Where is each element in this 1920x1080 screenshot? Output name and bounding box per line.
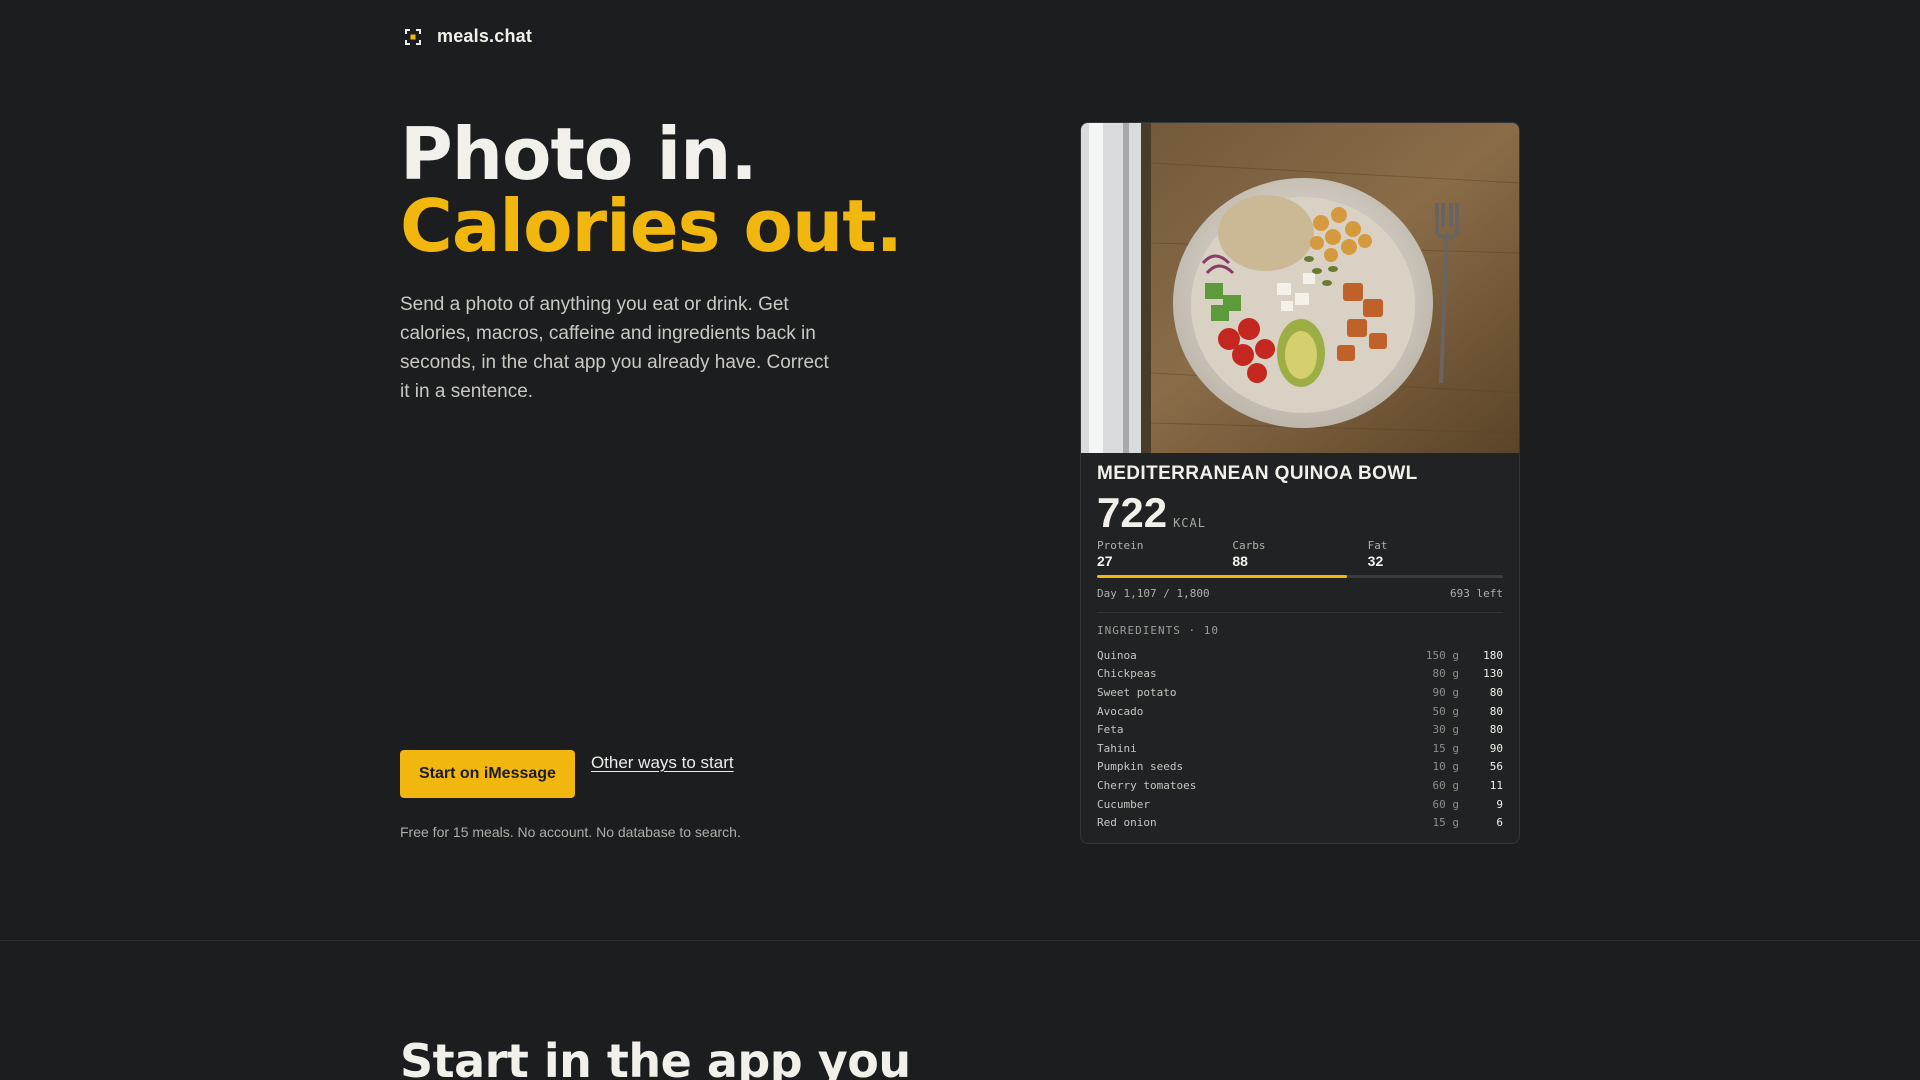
ingredients-title: INGREDIENTS · 10 [1097, 624, 1219, 637]
ingredient-quantity: 10 g [1432, 760, 1460, 774]
hero-title: Photo in. Calories out. [400, 112, 903, 268]
macro-label: Carbs [1232, 539, 1266, 552]
ingredient-name: Red onion [1097, 816, 1157, 830]
ingredient-kcal: 180 [1483, 648, 1503, 662]
meal-name: MEDITERRANEAN QUINOA BOWL [1097, 463, 1418, 484]
ingredient-quantity: 150 g [1425, 648, 1459, 662]
macro-value: 88 [1232, 553, 1248, 569]
ingredient-kcal: 56 [1489, 760, 1503, 774]
ingredient-name: Quinoa [1097, 648, 1137, 662]
brand-name: meals.chat [437, 26, 533, 46]
ingredient-row: Tahini 15 g 90 [1097, 739, 1503, 758]
section-divider [0, 940, 1920, 941]
ingredient-kcal: 130 [1483, 667, 1503, 681]
ingredient-row: Cherry tomatoes 60 g 11 [1097, 776, 1503, 795]
ingredient-name: Chickpeas [1097, 667, 1157, 681]
ingredient-row: Feta 30 g 80 [1097, 720, 1503, 739]
macros: Protein 27 Carbs 88 Fat 32 [1097, 539, 1503, 569]
ingredient-quantity: 50 g [1432, 704, 1460, 718]
other-ways-to-start-link[interactable]: Other ways to start [591, 753, 734, 773]
ingredient-row: Sweet potato 90 g 80 [1097, 683, 1503, 702]
macro-label: Protein [1097, 539, 1144, 552]
ingredient-row: Chickpeas 80 g 130 [1097, 665, 1503, 684]
ingredient-row: Red onion 15 g 6 [1097, 813, 1503, 832]
meal-photo [1081, 123, 1519, 453]
day-progress-bar [1097, 575, 1503, 578]
day-total: Day 1,107 / 1,800 [1097, 587, 1210, 600]
ingredient-name: Cherry tomatoes [1097, 778, 1197, 792]
hero-description: Send a photo of anything you eat or drin… [400, 294, 829, 402]
section-title: Start in the app you [400, 1034, 911, 1080]
macro-protein: Protein 27 [1097, 539, 1232, 569]
divider [1097, 612, 1503, 613]
cta-note: Free for 15 meals. No account. No databa… [400, 824, 741, 840]
macro-fat: Fat 32 [1368, 539, 1503, 569]
ingredient-row: Quinoa 150 g 180 [1097, 646, 1503, 665]
kcal-unit: KCAL [1173, 516, 1206, 530]
cta-row: Start on iMessage Other ways to start [400, 750, 734, 798]
ingredient-kcal: 6 [1496, 816, 1503, 830]
macro-label: Fat [1367, 539, 1388, 552]
ingredient-kcal: 11 [1489, 778, 1503, 792]
ingredient-row: Pumpkin seeds 10 g 56 [1097, 758, 1503, 777]
kcal-value: 722 [1097, 489, 1168, 536]
macro-value: 27 [1097, 553, 1113, 569]
ingredient-kcal: 80 [1489, 704, 1503, 718]
ingredient-quantity: 80 g [1432, 667, 1460, 681]
start-on-imessage-button[interactable]: Start on iMessage [400, 750, 575, 798]
ingredient-name: Avocado [1097, 704, 1144, 718]
ingredient-kcal: 80 [1489, 723, 1503, 737]
ingredient-quantity: 60 g [1432, 778, 1460, 792]
ingredient-kcal: 80 [1489, 685, 1503, 699]
ingredients-list: Quinoa 150 g 180 Chickpeas 80 g 130 Sweet pota… [1097, 646, 1503, 832]
day-left: 693 left [1450, 587, 1503, 600]
macro-carbs: Carbs 88 [1232, 539, 1367, 569]
meal-card: MEDITERRANEAN QUINOA BOWL 722 KCAL Prote… [1080, 122, 1520, 844]
meal-card-body: MEDITERRANEAN QUINOA BOWL 722 KCAL Prote… [1097, 463, 1503, 832]
ingredient-row: Cucumber 60 g 9 [1097, 795, 1503, 814]
ingredient-name: Tahini [1097, 741, 1137, 755]
ingredient-quantity: 15 g [1432, 816, 1460, 830]
ingredient-name: Pumpkin seeds [1097, 760, 1184, 774]
brand[interactable]: meals.chat [403, 26, 532, 47]
macro-value: 32 [1367, 553, 1384, 569]
ingredient-quantity: 30 g [1432, 723, 1460, 737]
kcal-row: 722 KCAL [1097, 489, 1503, 537]
hero-title-line2: Calories out. [400, 184, 903, 268]
ingredient-name: Feta [1097, 723, 1124, 737]
hero-title-line1: Photo in. [400, 112, 758, 196]
page: meals.chat Photo in. Calories out. Send … [0, 0, 1920, 1080]
scan-frame-icon [403, 27, 423, 47]
ingredient-row: Avocado 50 g 80 [1097, 702, 1503, 721]
ingredient-quantity: 90 g [1432, 685, 1460, 699]
ingredient-name: Cucumber [1097, 797, 1150, 811]
day-summary: Day 1,107 / 1,800 693 left [1097, 587, 1503, 600]
ingredient-kcal: 90 [1489, 741, 1503, 755]
day-progress-fill [1097, 575, 1347, 578]
ingredient-quantity: 15 g [1432, 741, 1460, 755]
ingredient-name: Sweet potato [1097, 685, 1177, 699]
ingredient-kcal: 9 [1496, 797, 1503, 811]
ingredient-quantity: 60 g [1432, 797, 1460, 811]
